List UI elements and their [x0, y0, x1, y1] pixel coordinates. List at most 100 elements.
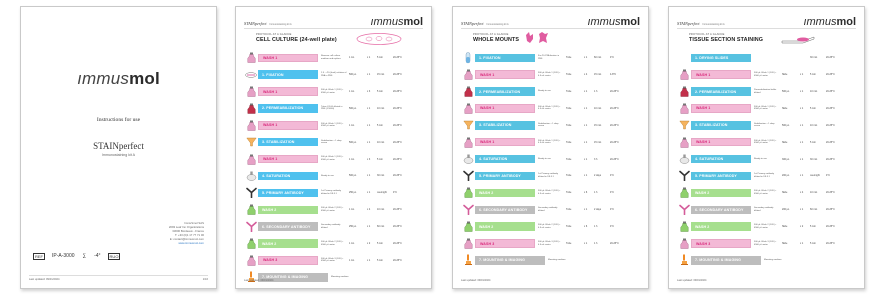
step-detail: 500 µL Wash 3 (10X) + 4.5 mL water [538, 240, 561, 246]
step-repeat: x 2 [367, 242, 371, 246]
step-detail: Mounting medium [764, 259, 782, 262]
step-detail: 500 µL Wash 1 (10X) + 4500 µL water [321, 122, 344, 128]
step-detail: 500 µL Wash 2 (10X) + 4500 µL water [754, 223, 777, 229]
protocol-step: 6. SECONDARY ANTIBODY Secondary antibody … [244, 220, 425, 234]
step-label: WASH 1 [258, 87, 318, 96]
step-time: 10 min [377, 106, 385, 110]
protocol-step: WASH 2 500 µL Wash 2 (10X) + 4.5 mL water… [461, 220, 642, 234]
protocol-at-a-glance: PROTOCOL AT A GLANCE [256, 33, 292, 36]
antibody-pink-icon [461, 204, 475, 216]
protocol-step: 7. MOUNTING & IMAGING Mounting medium [677, 254, 858, 268]
step-repeat: x 1 [800, 242, 804, 246]
step-volume: Slide [782, 242, 788, 246]
step-temperature: 4°C [610, 174, 615, 178]
step-volume: 500 µL [349, 140, 357, 144]
step-detail: Stabilization + 1 drop serum [754, 122, 775, 128]
step-repeat: x 1 [800, 123, 804, 127]
beaker-icon [461, 119, 475, 131]
step-detail: 2.5 ~ 4% (final) solution of PFA in PBS [321, 71, 347, 77]
tissue-section-decoration [781, 36, 815, 44]
protocol-step: 4. SATURATION Ready to use Tube x 1 3 h 20-25… [461, 152, 642, 166]
step-label: 6. SECONDARY ANTIBODY [691, 205, 751, 214]
beaker-icon [677, 119, 691, 131]
step-label: WASH 1 [475, 138, 535, 147]
protocol-step: WASH 3 500 µL Wash 3 (10X) + 4500 µL wate… [244, 254, 425, 268]
step-label: 3. STABILIZATION [258, 138, 318, 147]
step-time: 5 min [810, 242, 816, 246]
step-repeat: x 1 [800, 140, 804, 144]
step-volume: Tube [566, 191, 572, 195]
step-temperature: 20-25°C [393, 258, 402, 262]
step-label: WASH 2 [258, 239, 318, 248]
step-volume: 200 µL [782, 208, 790, 212]
ruo-icon: RUO [107, 253, 121, 260]
protocol-step: WASH 3 500 µL Wash 3 (10X) + 4.5 mL water… [461, 237, 642, 251]
droplet-icon [461, 153, 475, 165]
step-repeat: x 1 [367, 73, 371, 77]
protocol-step: 7. MOUNTING & IMAGING Mounting medium [244, 271, 425, 285]
protocol-step: WASH 2 500 µL Wash 2 (10X) + 4500 µL wate… [244, 203, 425, 217]
protocol-step: WASH 1 Remove cell culture medium and rep… [244, 51, 425, 65]
step-temperature: 20-25°C [610, 157, 619, 161]
step-label: WASH 1 [258, 121, 318, 130]
step-detail: 500 µL Wash 1 (10X) + 4500 µL water [754, 139, 777, 145]
step-temperature: 20-25°C [826, 140, 835, 144]
protocol-title: TISSUE SECTION STAINING [689, 37, 764, 43]
step-time: 1 h [594, 225, 598, 229]
step-label: WASH 2 [475, 188, 535, 198]
protocol-at-a-glance: PROTOCOL AT A GLANCE [689, 33, 725, 36]
cover-product-sub: Immunostaining kit A [101, 153, 136, 157]
step-label: 1. FIXATION [475, 53, 535, 62]
protocol-page-whole-mounts: STAINperfect Immunostaining kit A ımmusmol… [452, 6, 649, 289]
protocol-step: WASH 1 500 µL Wash 1 (10X) + 4500 µL wate… [677, 102, 858, 116]
whole-mount-decoration [526, 32, 548, 43]
step-repeat: x 1 [367, 225, 371, 229]
protocol-step: WASH 1 500 µL Wash 1 (10X) + 4500 µL wate… [677, 135, 858, 149]
step-repeat: x 1 [367, 140, 371, 144]
bottle-green [461, 187, 475, 199]
step-time: overnight [810, 174, 820, 178]
step-label: 4. SATURATION [691, 154, 751, 164]
step-time: 10 min [377, 140, 385, 144]
step-temperature: 20-25°C [826, 73, 835, 77]
step-label: 7. MOUNTING & IMAGING [475, 256, 545, 265]
step-temperature: 4°C [610, 191, 615, 195]
step-detail: 500 µL Wash 1 (10X) + 4.5 mL water [538, 105, 561, 111]
step-temperature: 4°C [610, 225, 615, 229]
step-detail: Ready to use [754, 157, 767, 160]
protocol-steps: WASH 1 Remove cell culture medium and rep… [244, 51, 425, 287]
step-volume: 1 mL [349, 56, 355, 60]
antibody-dark-icon [677, 170, 691, 182]
step-repeat: x 1 [584, 90, 588, 94]
protocol-step: WASH 1 500 µL Wash 1 (10X) + 4.5 mL water… [461, 135, 642, 149]
step-volume: 300 µL [782, 157, 790, 161]
step-label: WASH 3 [258, 256, 318, 265]
step-volume: Tube [566, 208, 572, 212]
step-repeat: x 1 [800, 208, 804, 212]
protocol-step: 4. SATURATION Ready to use 300 µL x 1 30 min… [677, 152, 858, 166]
step-detail: 500 µL Wash 1 (10X) + 4500 µL water [754, 71, 777, 77]
ref-icon: REF [33, 253, 45, 260]
protocol-step: 1. FIXATION Fix 4% PFA fixative in PBS Tub… [461, 51, 642, 65]
bottle-green [461, 221, 475, 233]
step-repeat: x 1 [584, 123, 588, 127]
step-temperature: 20-25°C [826, 106, 835, 110]
step-detail: Mounting medium [331, 275, 349, 278]
step-volume: Tube [566, 225, 572, 229]
microscope-icon [461, 254, 475, 266]
step-temperature: 20-25°C [393, 157, 402, 161]
bottle-pink [244, 153, 258, 165]
bottle-pink [461, 102, 475, 114]
protocol-step: WASH 2 500 µL Wash 2 (10X) + 4500 µL wate… [244, 237, 425, 251]
step-repeat: x 1 [367, 191, 371, 195]
step-repeat: x 1 [800, 106, 804, 110]
step-repeat: x 4 [584, 73, 588, 77]
step-volume: Slide [782, 106, 788, 110]
protocol-steps: 1. DRYING SLIDES 30 min 20-25°C WASH 1 500 µ… [677, 51, 858, 271]
step-label: 6. SECONDARY ANTIBODY [475, 205, 535, 214]
step-volume: 500 µL [349, 174, 357, 178]
step-volume: 500 µL [782, 123, 790, 127]
immusmol-logo: ımmusmol [587, 16, 640, 28]
step-time: 2 days [594, 174, 602, 178]
protocol-at-a-glance: PROTOCOL AT A GLANCE [473, 33, 509, 36]
